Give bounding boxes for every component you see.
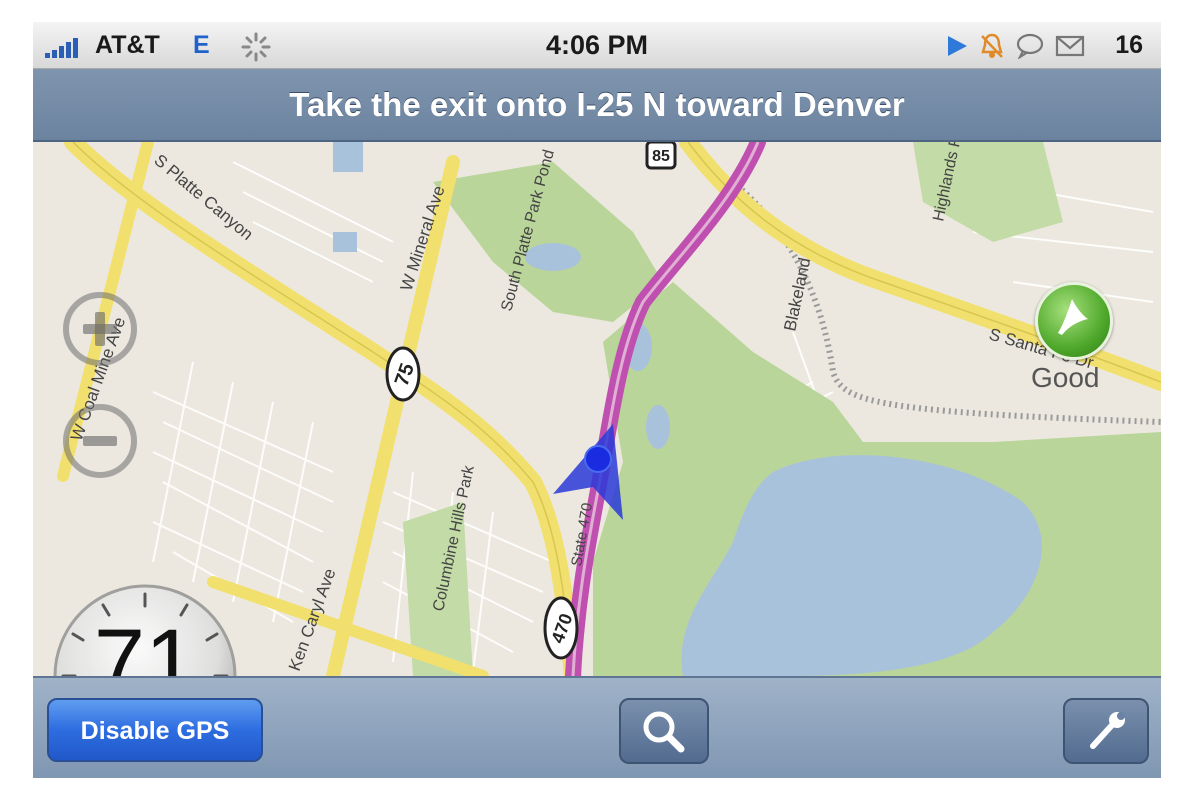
settings-button[interactable]: [1063, 698, 1149, 764]
play-icon: [948, 36, 967, 56]
zoom-out-button[interactable]: [63, 404, 137, 478]
gps-signal-icon: [1035, 282, 1113, 360]
phone-screen: AT&T E 4:06 PM 16 Take the exit onto I-2…: [33, 22, 1161, 778]
chat-icon: [1016, 33, 1044, 59]
mail-icon: [1055, 35, 1085, 57]
bottom-toolbar: Disable GPS: [33, 676, 1161, 778]
status-bar: AT&T E 4:06 PM 16: [33, 22, 1161, 69]
wrench-icon: [1090, 712, 1125, 749]
route-shield-75: 75: [385, 346, 421, 402]
search-icon: [643, 711, 685, 753]
satellite-icon: [1058, 299, 1088, 335]
route-shield-470: 470: [543, 596, 579, 660]
svg-text:85: 85: [652, 148, 670, 165]
pond: [333, 232, 357, 252]
silent-icon: [981, 33, 1003, 58]
zoom-in-button[interactable]: [63, 292, 137, 366]
pond: [333, 142, 363, 172]
map-view[interactable]: 75 470 85 S Platte Canyon W Mineral Ave …: [33, 142, 1161, 768]
battery-number: 16: [1115, 31, 1143, 59]
search-button[interactable]: [619, 698, 709, 764]
direction-banner: Take the exit onto I-25 N toward Denver: [33, 69, 1161, 142]
status-icons: [945, 32, 1085, 60]
route-shield-85: 85: [645, 142, 677, 170]
disable-gps-button[interactable]: Disable GPS: [47, 698, 263, 762]
pond: [525, 243, 581, 271]
gps-status-label: Good: [1031, 362, 1100, 393]
pond: [646, 405, 670, 449]
